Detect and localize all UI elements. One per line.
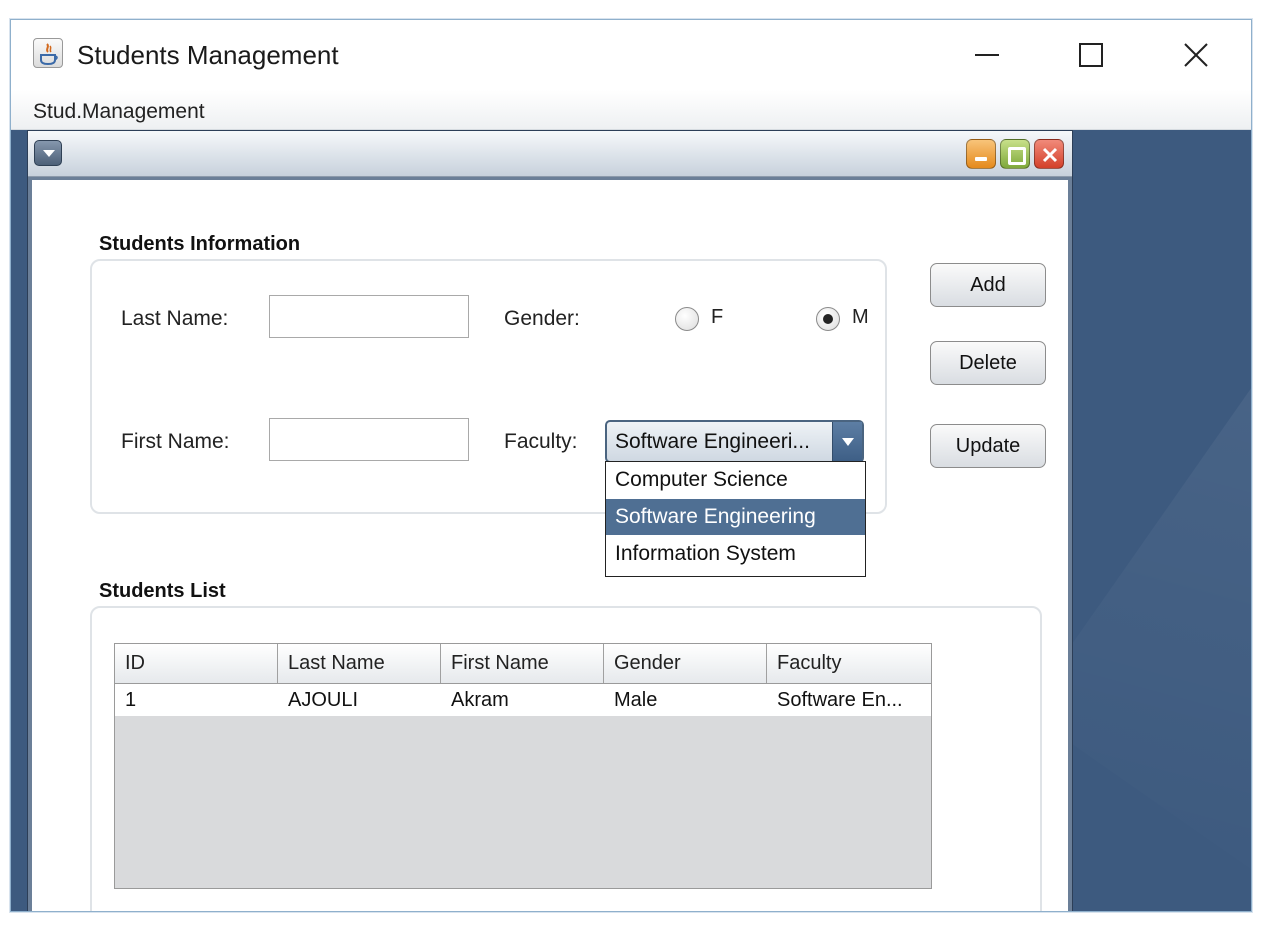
faculty-combobox[interactable]: Software Engineeri...: [605, 420, 864, 463]
cell-id: 1: [125, 689, 137, 711]
column-header-faculty[interactable]: Faculty: [767, 644, 931, 683]
last-name-field[interactable]: [269, 295, 469, 338]
students-table[interactable]: ID Last Name First Name Gender Faculty 1…: [114, 643, 932, 889]
maximize-button[interactable]: [1061, 34, 1121, 76]
faculty-combobox-value: Software Engineeri...: [615, 430, 810, 453]
column-header-last-name[interactable]: Last Name: [278, 644, 441, 683]
table-header: ID Last Name First Name Gender Faculty: [115, 644, 931, 684]
faculty-option-software-engineering[interactable]: Software Engineering: [606, 499, 865, 535]
radio-f-indicator[interactable]: [675, 307, 699, 331]
column-header-id[interactable]: ID: [115, 644, 278, 683]
students-list-title: Students List: [99, 580, 226, 602]
first-name-field[interactable]: [269, 418, 469, 461]
faculty-label: Faculty:: [504, 430, 578, 453]
internal-frame-title-bar[interactable]: [28, 131, 1072, 177]
system-menu-icon[interactable]: [34, 140, 62, 166]
add-button[interactable]: Add: [930, 263, 1046, 307]
window-title: Students Management: [77, 40, 339, 70]
radio-f-label: F: [711, 306, 724, 328]
desktop-pane: Students Information Last Name: First Na…: [11, 130, 1251, 911]
java-icon: [33, 38, 63, 68]
iconify-button[interactable]: [966, 139, 996, 169]
last-name-label: Last Name:: [121, 307, 229, 330]
form-content: Students Information Last Name: First Na…: [32, 180, 1068, 911]
cell-faculty: Software En...: [777, 689, 903, 711]
delete-button[interactable]: Delete: [930, 341, 1046, 385]
menu-stud-management[interactable]: Stud.Management: [33, 100, 205, 124]
cell-last-name: AJOULI: [288, 689, 359, 711]
students-information-title: Students Information: [99, 233, 301, 255]
first-name-label: First Name:: [121, 430, 230, 453]
main-window: Students Management Stud.Management Stud…: [10, 19, 1252, 912]
minimize-button[interactable]: [957, 34, 1017, 76]
title-bar[interactable]: Students Management: [11, 20, 1251, 90]
update-button[interactable]: Update: [930, 424, 1046, 468]
radio-m-indicator[interactable]: [816, 307, 840, 331]
faculty-option-information-system[interactable]: Information System: [606, 536, 865, 572]
gender-label: Gender:: [504, 307, 580, 330]
table-row[interactable]: 1 AJOULI Akram Male Software En...: [115, 684, 931, 716]
internal-close-button[interactable]: [1034, 139, 1064, 169]
gender-radio-m[interactable]: M: [816, 306, 876, 334]
cell-gender: Male: [614, 689, 658, 711]
column-header-first-name[interactable]: First Name: [441, 644, 604, 683]
internal-frame: Students Information Last Name: First Na…: [27, 130, 1073, 911]
internal-maximize-button[interactable]: [1000, 139, 1030, 169]
chevron-down-icon[interactable]: [832, 422, 862, 461]
menu-bar: Stud.Management: [11, 90, 1251, 130]
column-header-gender[interactable]: Gender: [604, 644, 767, 683]
cell-first-name: Akram: [451, 689, 509, 711]
faculty-dropdown-list: Computer Science Software Engineering In…: [605, 461, 866, 577]
close-button[interactable]: [1166, 34, 1226, 76]
gender-radio-f[interactable]: F: [675, 306, 735, 334]
radio-m-label: M: [852, 306, 869, 328]
faculty-option-computer-science[interactable]: Computer Science: [606, 462, 865, 498]
